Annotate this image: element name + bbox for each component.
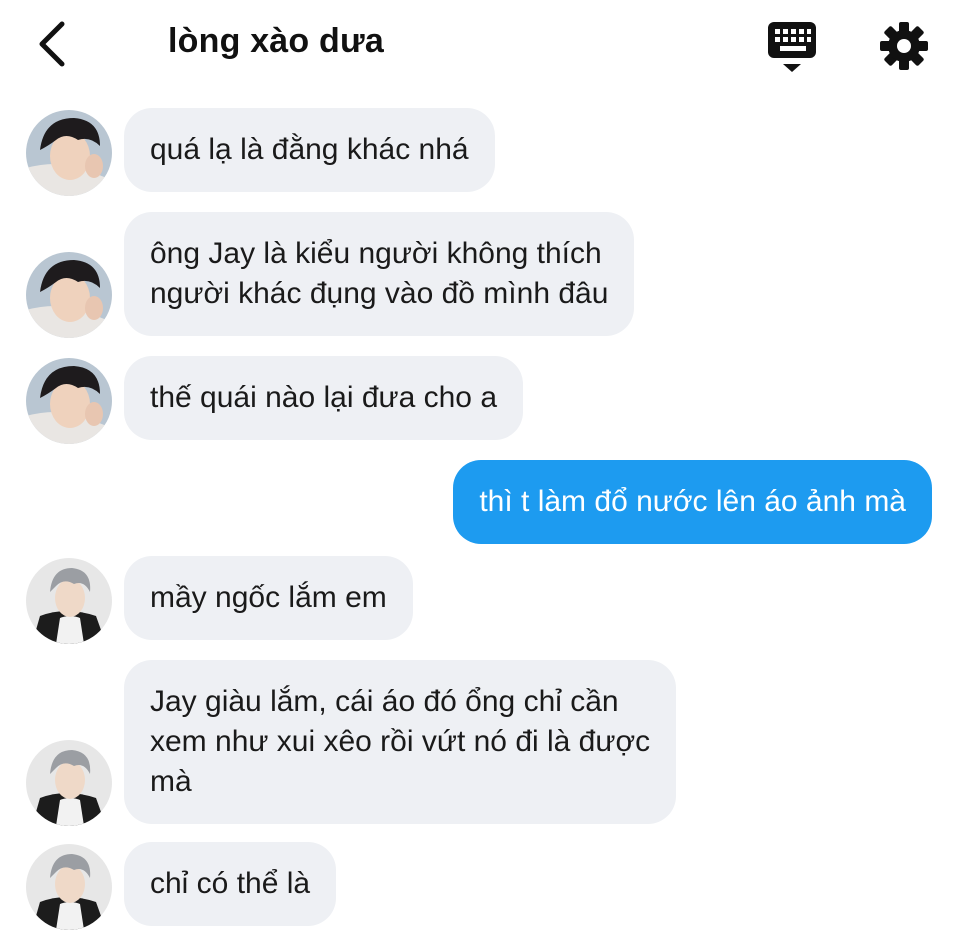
message-row: chỉ có thể là bbox=[0, 842, 960, 930]
settings-button[interactable] bbox=[878, 20, 930, 72]
chat-header: lòng xào dưa bbox=[0, 0, 960, 90]
keyboard-button[interactable] bbox=[766, 20, 820, 74]
incoming-message-bubble: chỉ có thể là bbox=[124, 842, 337, 926]
message-row: quá lạ là đằng khác nhá bbox=[0, 108, 960, 196]
back-button[interactable] bbox=[30, 18, 76, 70]
message-row: thì t làm đổ nước lên áo ảnh mà bbox=[0, 460, 960, 546]
chevron-left-icon bbox=[39, 21, 65, 67]
message-row: mầy ngốc lắm em bbox=[0, 556, 960, 644]
message-row: ông Jay là kiểu người không thích người … bbox=[0, 212, 960, 338]
incoming-message-bubble: Jay giàu lắm, cái áo đó ổng chỉ cần xem … bbox=[124, 660, 677, 824]
avatar-silver-hair[interactable] bbox=[26, 844, 112, 930]
incoming-message-bubble: mầy ngốc lắm em bbox=[124, 556, 413, 640]
message-row: thế quái nào lại đưa cho a bbox=[0, 356, 960, 444]
conversation-title: lòng xào dưa bbox=[168, 22, 384, 60]
incoming-message-bubble: thế quái nào lại đưa cho a bbox=[124, 356, 524, 440]
outgoing-message-bubble: thì t làm đổ nước lên áo ảnh mà bbox=[453, 460, 932, 544]
gear-icon bbox=[880, 22, 928, 70]
avatar-dark-hair[interactable] bbox=[26, 110, 112, 196]
avatar-silver-hair[interactable] bbox=[26, 740, 112, 826]
message-row: Jay giàu lắm, cái áo đó ổng chỉ cần xem … bbox=[0, 660, 960, 826]
keyboard-icon bbox=[768, 22, 816, 72]
chat-screen: lòng xào dưa quá lạ là đằng khác nhá ông… bbox=[0, 0, 960, 930]
avatar-dark-hair[interactable] bbox=[26, 252, 112, 338]
incoming-message-bubble: quá lạ là đằng khác nhá bbox=[124, 108, 495, 192]
avatar-dark-hair[interactable] bbox=[26, 358, 112, 444]
incoming-message-bubble: ông Jay là kiểu người không thích người … bbox=[124, 212, 635, 336]
avatar-silver-hair[interactable] bbox=[26, 558, 112, 644]
